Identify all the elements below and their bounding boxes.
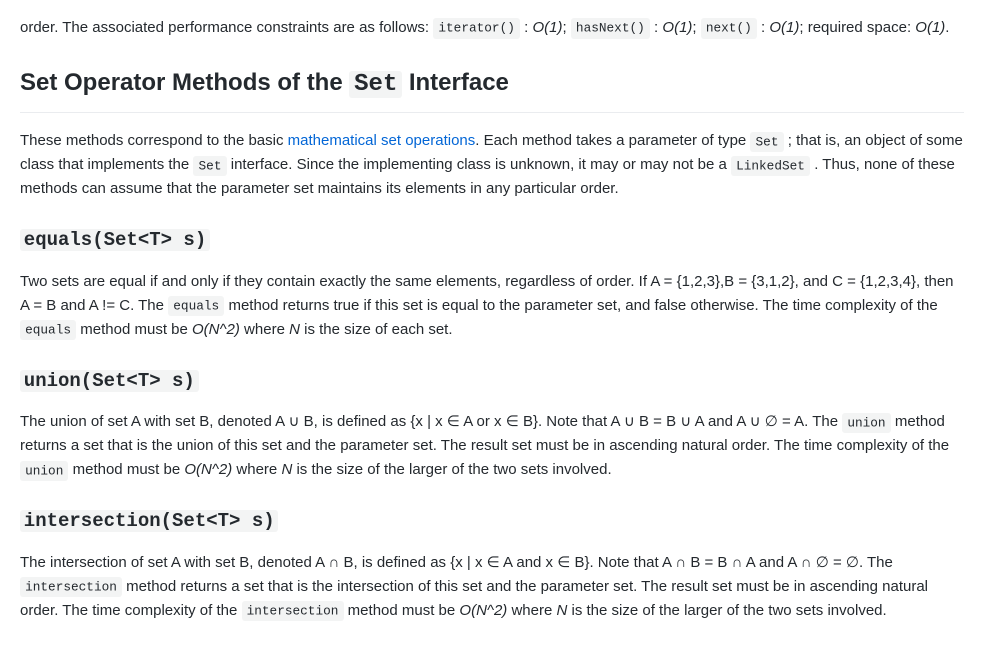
heading-code-set: Set — [349, 71, 402, 98]
text: : — [520, 19, 533, 36]
text: method must be — [68, 461, 184, 478]
code-union: union — [842, 413, 890, 433]
equals-description: Two sets are equal if and only if they c… — [20, 270, 964, 342]
code-next: next() — [701, 18, 757, 38]
text: method must be — [76, 321, 192, 338]
text: The intersection of set A with set B, de… — [20, 554, 893, 571]
heading-text: Interface — [402, 69, 509, 96]
text: . — [945, 19, 949, 36]
union-description: The union of set A with set B, denoted A… — [20, 410, 964, 482]
var-n: N — [557, 602, 568, 619]
text: : — [757, 19, 770, 36]
big-o: O(1) — [532, 19, 562, 36]
big-o: O(N^2) — [184, 461, 232, 478]
big-o: O(1) — [915, 19, 945, 36]
code-hasnext: hasNext() — [571, 18, 650, 38]
code-intersection: intersection — [20, 577, 122, 597]
heading-text: Set Operator Methods of the — [20, 69, 349, 96]
text: is the size of the larger of the two set… — [567, 602, 886, 619]
text: ; — [692, 19, 700, 36]
text: . Each method takes a parameter of type — [475, 132, 750, 149]
code-equals: equals — [20, 320, 76, 340]
method-heading-intersection: intersection(Set<T> s) — [20, 506, 964, 536]
text: is the size of the larger of the two set… — [292, 461, 611, 478]
method-signature: union(Set<T> s) — [20, 370, 199, 392]
method-heading-equals: equals(Set<T> s) — [20, 225, 964, 255]
text: ; required space: — [799, 19, 915, 36]
section-heading-set-operator-methods: Set Operator Methods of the Set Interfac… — [20, 64, 964, 113]
method-heading-union: union(Set<T> s) — [20, 366, 964, 396]
intro-paragraph: These methods correspond to the basic ma… — [20, 129, 964, 201]
link-mathematical-set-operations[interactable]: mathematical set operations — [288, 132, 476, 149]
text: order. The associated performance constr… — [20, 19, 433, 36]
code-set: Set — [750, 132, 783, 152]
big-o: O(1) — [769, 19, 799, 36]
code-set: Set — [193, 156, 226, 176]
code-intersection: intersection — [242, 601, 344, 621]
method-signature: intersection(Set<T> s) — [20, 510, 278, 532]
intersection-description: The intersection of set A with set B, de… — [20, 551, 964, 623]
text: interface. Since the implementing class … — [227, 156, 731, 173]
var-n: N — [281, 461, 292, 478]
method-signature: equals(Set<T> s) — [20, 229, 210, 251]
text: ; — [562, 19, 570, 36]
big-o: O(1) — [662, 19, 692, 36]
text: method returns true if this set is equal… — [224, 297, 937, 314]
code-union: union — [20, 461, 68, 481]
text: The union of set A with set B, denoted A… — [20, 413, 842, 430]
text: where — [232, 461, 281, 478]
var-n: N — [289, 321, 300, 338]
code-equals: equals — [168, 296, 224, 316]
big-o: O(N^2) — [192, 321, 240, 338]
big-o: O(N^2) — [459, 602, 507, 619]
code-iterator: iterator() — [433, 18, 520, 38]
code-linkedset: LinkedSet — [731, 156, 810, 176]
text: where — [507, 602, 556, 619]
text: where — [240, 321, 289, 338]
iterator-constraints-fragment: order. The associated performance constr… — [20, 16, 964, 40]
text: method must be — [344, 602, 460, 619]
text: These methods correspond to the basic — [20, 132, 288, 149]
text: is the size of each set. — [300, 321, 453, 338]
text: : — [650, 19, 663, 36]
